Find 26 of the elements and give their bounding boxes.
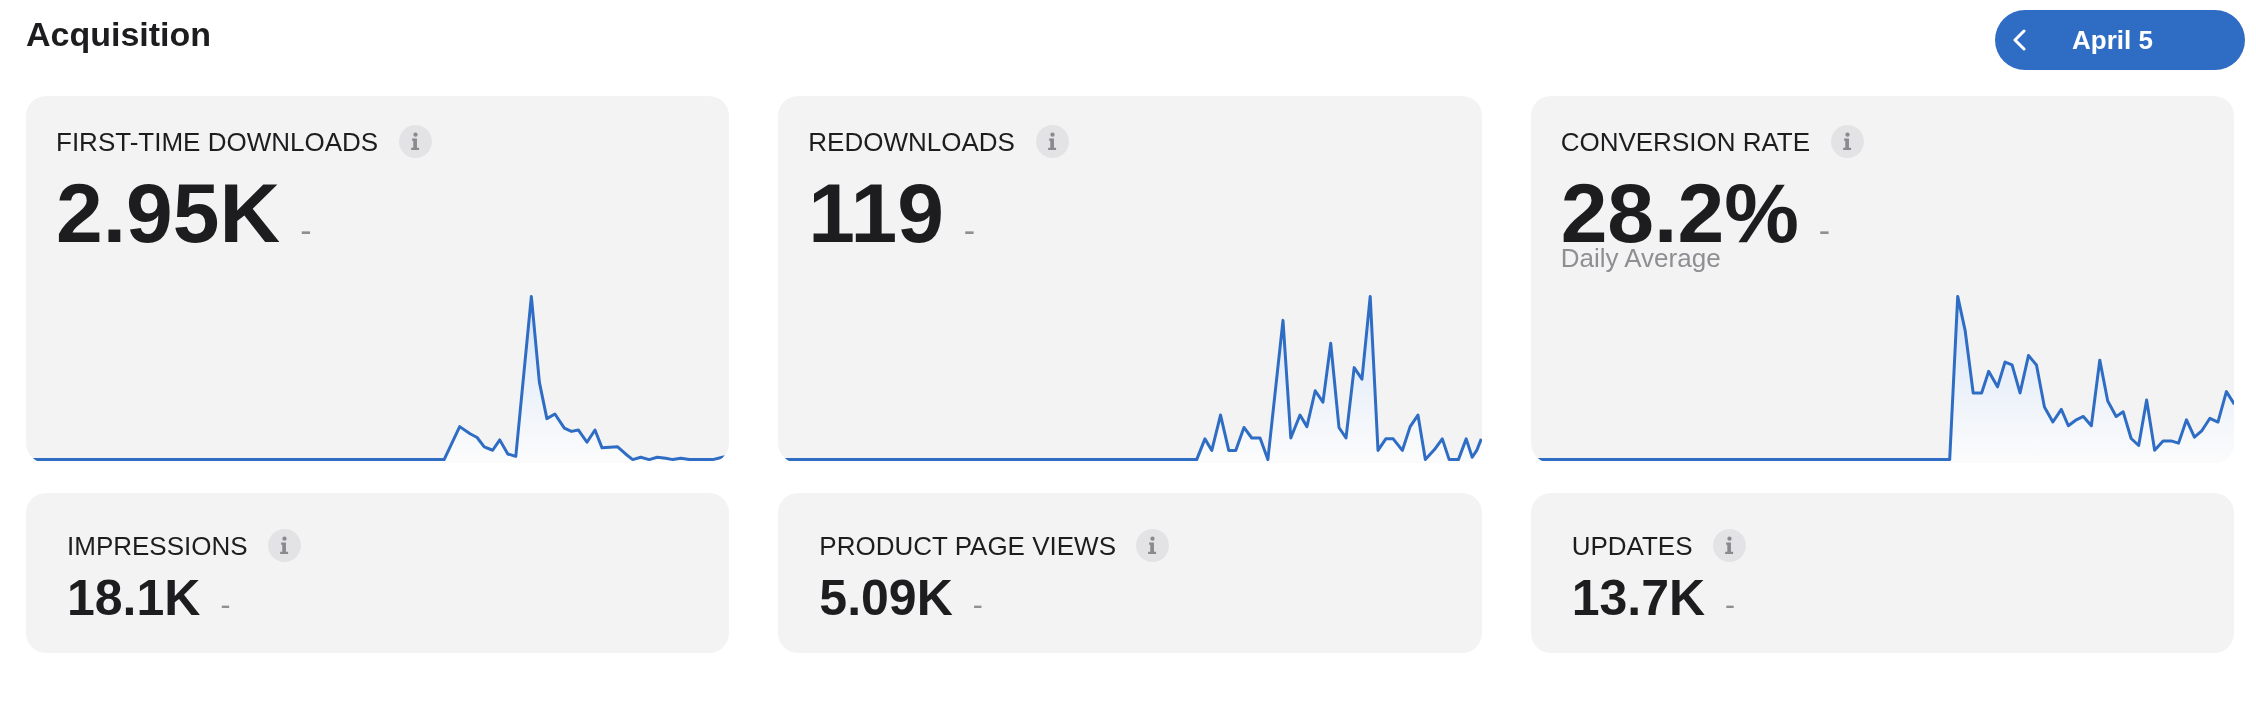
- metric-label: UPDATES: [1571, 530, 1693, 561]
- page-title: Acquisition: [26, 14, 212, 54]
- metric-change: -: [963, 213, 976, 247]
- metric-value: 2.95K: [56, 171, 281, 255]
- info-icon[interactable]: [1135, 529, 1169, 562]
- metric-change: -: [300, 213, 312, 247]
- metric-label: PRODUCT PAGE VIEWS: [819, 530, 1116, 561]
- metric-label: CONVERSION RATE: [1560, 126, 1811, 157]
- info-icon[interactable]: [1035, 125, 1069, 158]
- info-icon[interactable]: [1712, 529, 1746, 562]
- date-button[interactable]: April 5: [1995, 10, 2245, 70]
- metric-label: FIRST-TIME DOWNLOADS: [56, 126, 379, 157]
- metric-value: 5.09K: [819, 573, 953, 623]
- metric-value: 13.7K: [1571, 573, 1706, 623]
- metric-label: IMPRESSIONS: [67, 530, 248, 561]
- metric-value: 18.1K: [67, 573, 201, 623]
- info-icon[interactable]: [267, 529, 301, 562]
- info-icon[interactable]: [1831, 125, 1865, 158]
- chevron-left-icon: [2013, 29, 2026, 51]
- metric-change: -: [972, 590, 983, 620]
- info-icon[interactable]: [399, 125, 433, 158]
- metric-change: -: [1818, 213, 1831, 247]
- metric-change: -: [220, 590, 231, 620]
- metric-change: -: [1725, 590, 1736, 620]
- metric-value: 119: [808, 171, 944, 255]
- metric-label: REDOWNLOADS: [808, 126, 1015, 157]
